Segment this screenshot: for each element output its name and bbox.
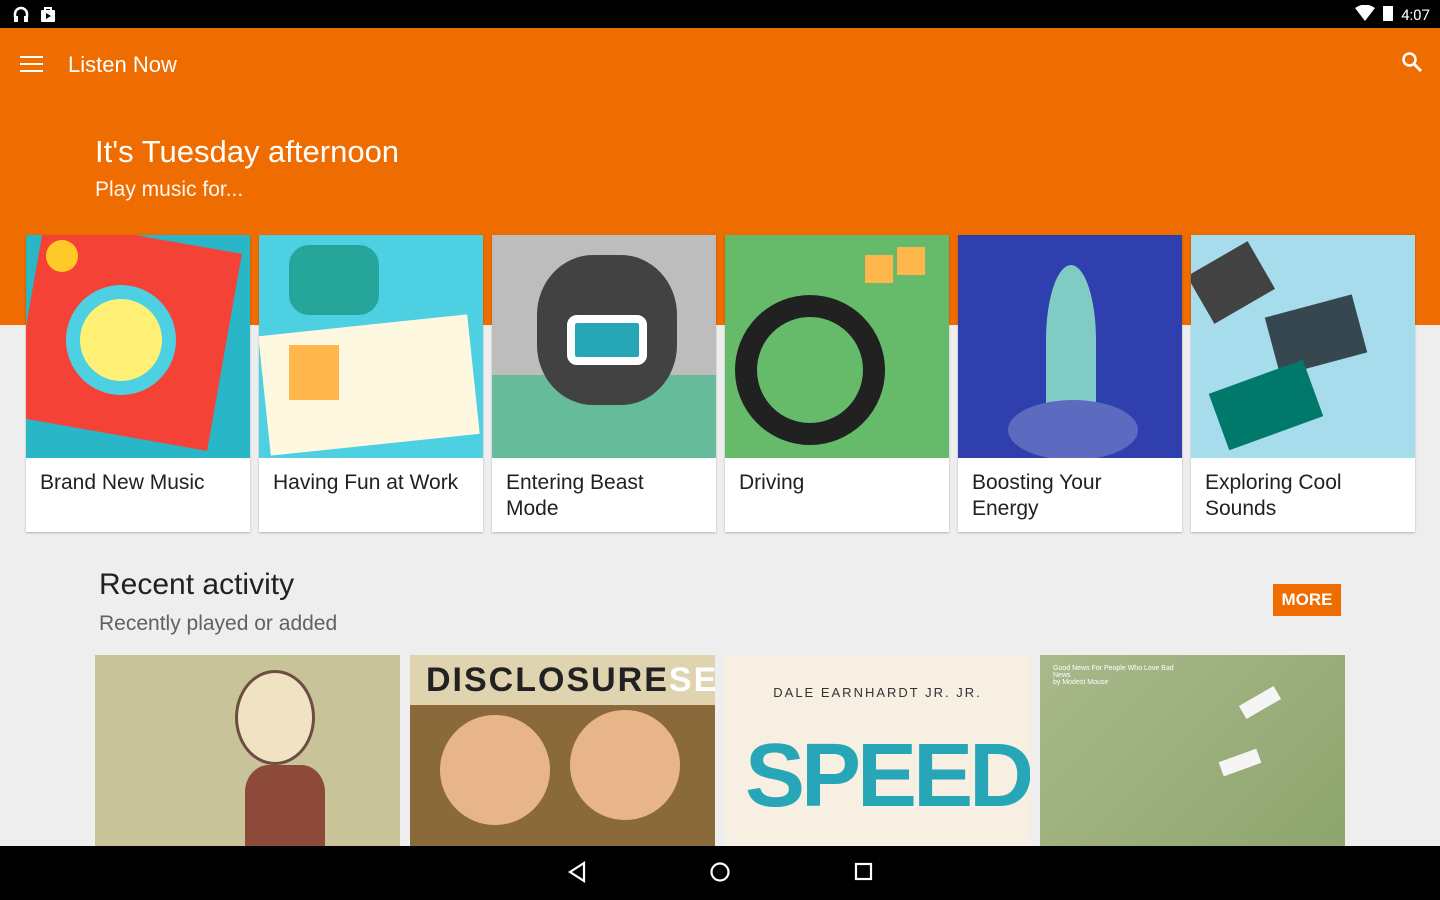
album-art-text: DISCLOSURESETTLE: [410, 655, 715, 705]
greeting-title: It's Tuesday afternoon: [95, 134, 400, 169]
mood-art: [725, 235, 949, 458]
mood-card-brand-new-music[interactable]: Brand New Music: [26, 235, 250, 532]
mood-card-driving[interactable]: Driving: [725, 235, 949, 532]
album-art-text: SPEED: [745, 726, 1030, 826]
mood-art: [26, 235, 250, 458]
mood-art: [958, 235, 1182, 458]
system-nav-bar: [0, 846, 1440, 900]
back-icon[interactable]: [566, 860, 588, 888]
album-card[interactable]: DALE EARNHARDT JR. JR. SPEED: [725, 655, 1030, 846]
album-card[interactable]: Good News For People Who Love Bad News by…: [1040, 655, 1345, 846]
greeting-subtitle: Play music for...: [95, 178, 244, 201]
mood-card-having-fun-at-work[interactable]: Having Fun at Work: [259, 235, 483, 532]
section-subtitle: Recently played or added: [99, 612, 338, 635]
album-art-text: DALE EARNHARDT JR. JR.: [773, 685, 982, 700]
mood-label: Having Fun at Work: [273, 471, 459, 494]
album-card[interactable]: [95, 655, 400, 846]
mood-art: [492, 235, 716, 458]
mood-label: Driving: [739, 471, 805, 494]
recent-activity-header: Recent activity Recently played or added: [99, 568, 337, 636]
wifi-icon: [1355, 4, 1376, 25]
mood-label: Boosting Your Energy: [972, 471, 1102, 520]
clock: 4:07: [1401, 6, 1430, 24]
status-bar: 4:07: [0, 0, 1440, 28]
hamburger-menu-icon[interactable]: [20, 56, 43, 72]
mood-card-boosting-your-energy[interactable]: Boosting Your Energy: [958, 235, 1182, 532]
mood-card-exploring-cool-sounds[interactable]: Exploring Cool Sounds: [1191, 235, 1415, 532]
mood-art: [1191, 235, 1415, 458]
mood-label: Brand New Music: [40, 471, 205, 494]
page-title: Listen Now: [68, 52, 177, 77]
mood-label: Exploring Cool Sounds: [1205, 471, 1342, 520]
search-icon[interactable]: [1400, 50, 1424, 78]
headphones-icon: [12, 5, 30, 27]
recents-icon[interactable]: [853, 860, 875, 888]
mood-label: Entering Beast Mode: [506, 471, 644, 520]
app-bar: Listen Now: [0, 28, 1440, 102]
more-button[interactable]: MORE: [1273, 584, 1341, 616]
section-title: Recent activity: [99, 568, 295, 601]
greeting: It's Tuesday afternoon Play music for...: [95, 134, 399, 202]
album-card[interactable]: DISCLOSURESETTLE: [410, 655, 715, 846]
home-icon[interactable]: [709, 860, 731, 888]
album-art-text: Good News For People Who Love Bad News by…: [1053, 665, 1174, 686]
play-store-bag-icon: [40, 5, 56, 27]
battery-icon: [1383, 5, 1394, 25]
mood-art: [259, 235, 483, 458]
mood-card-entering-beast-mode[interactable]: Entering Beast Mode: [492, 235, 716, 532]
